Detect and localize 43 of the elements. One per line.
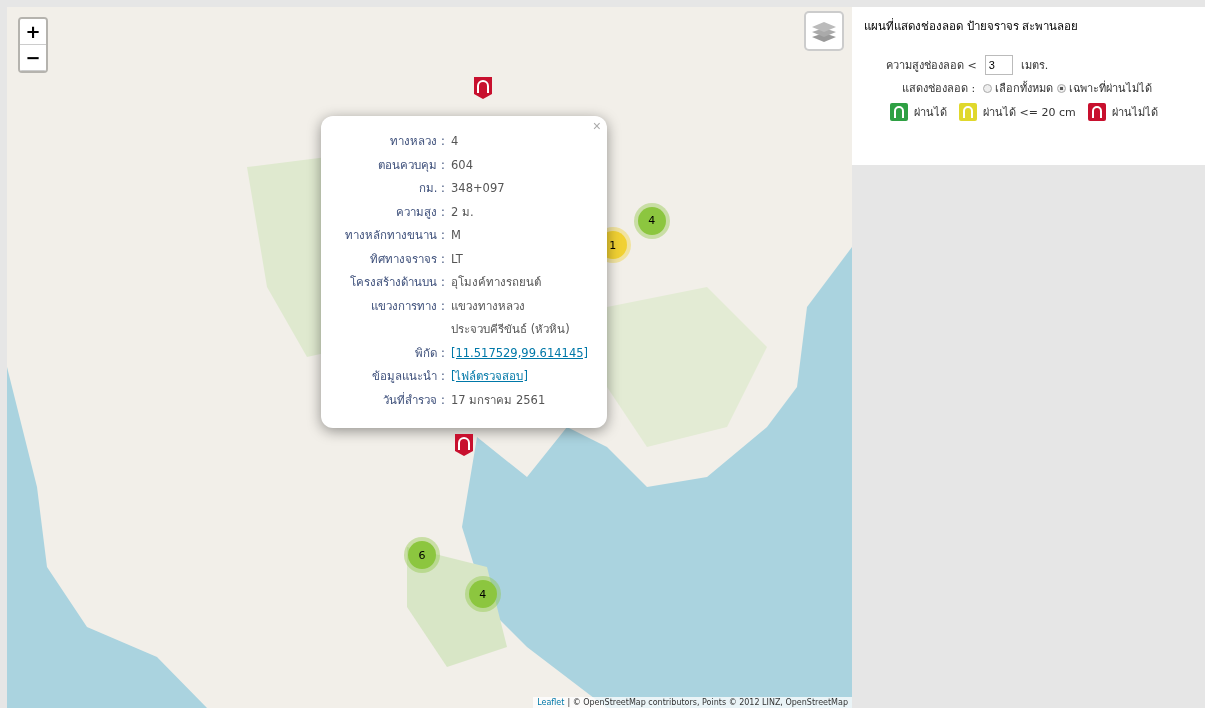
attribution-text: | © OpenStreetMap contributors, Points © 2012 LINZ, OpenStreetMap bbox=[567, 698, 848, 707]
legend-label: ผ่านได้ bbox=[914, 105, 947, 121]
field-label: ทางหลวง : bbox=[389, 133, 445, 150]
field-link[interactable]: [ไฟล์ตรวจสอบ] bbox=[451, 365, 528, 389]
field-label: กม. : bbox=[417, 180, 445, 197]
legend-label: ผ่านไม่ได้ bbox=[1111, 105, 1158, 121]
field-value: 2 ม. bbox=[451, 203, 475, 221]
field-value: อุโมงค์ทางรถยนต์ bbox=[451, 274, 542, 291]
field-value: 348+097 bbox=[451, 180, 506, 197]
zoom-out-button[interactable]: − bbox=[20, 45, 46, 71]
field-label: วันที่สำรวจ : bbox=[382, 391, 445, 409]
field-label: แขวงการทาง : bbox=[370, 297, 445, 315]
tunnel-marker-icon[interactable] bbox=[472, 75, 493, 100]
cluster-marker[interactable]: 4 bbox=[633, 202, 670, 239]
height-label: ความสูงช่องลอด < bbox=[886, 58, 977, 74]
field-label: ข้อมูลแนะนำ : bbox=[371, 368, 445, 385]
field-value: 17 มกราคม 2561 bbox=[451, 391, 547, 409]
field-label: ความสูง : bbox=[395, 203, 445, 221]
layers-button[interactable] bbox=[804, 11, 844, 51]
zoom-in-button[interactable]: + bbox=[20, 19, 46, 45]
filter-label: แสดงช่องลอด : bbox=[902, 81, 976, 97]
field-value: M bbox=[451, 227, 462, 244]
field-value: LT bbox=[451, 250, 464, 268]
filter-radio-option[interactable]: เลือกทั้งหมด bbox=[983, 79, 1054, 97]
field-link[interactable]: [11.517529,99.614145] bbox=[451, 341, 588, 365]
field-label: ทิศทางจราจร : bbox=[369, 250, 445, 268]
field-label: โครงสร้างด้านบน : bbox=[349, 274, 445, 291]
legend-label: ผ่านได้ <= 20 cm bbox=[983, 105, 1076, 121]
height-input-field[interactable]: 3 bbox=[984, 55, 1013, 75]
field-label: ตอนควบคุม : bbox=[377, 156, 445, 174]
leaflet-link[interactable]: Leaflet bbox=[537, 698, 565, 707]
unit-label: เมตร. bbox=[1020, 58, 1049, 74]
cluster-marker[interactable]: 6 bbox=[403, 537, 440, 574]
layers-icon bbox=[811, 19, 837, 43]
filter-radio-option[interactable]: เฉพาะที่ผ่านไม่ได้ bbox=[1057, 79, 1153, 97]
panel-title: แผนที่แสดงช่องลอด ป้ายจราจร สะพานลอย bbox=[864, 17, 1080, 35]
tunnel-marker-icon[interactable] bbox=[454, 433, 475, 458]
field-value: แขวงทางหลวงประจวบคีรีขันธ์ (หัวหิน) bbox=[451, 297, 571, 338]
field-value: 604 bbox=[451, 156, 474, 174]
field-label: พิกัด : bbox=[414, 344, 445, 362]
field-label: ทางหลักทางขนาน : bbox=[344, 227, 445, 244]
cluster-marker[interactable]: 4 bbox=[464, 576, 501, 613]
field-value: 4 bbox=[451, 133, 460, 150]
